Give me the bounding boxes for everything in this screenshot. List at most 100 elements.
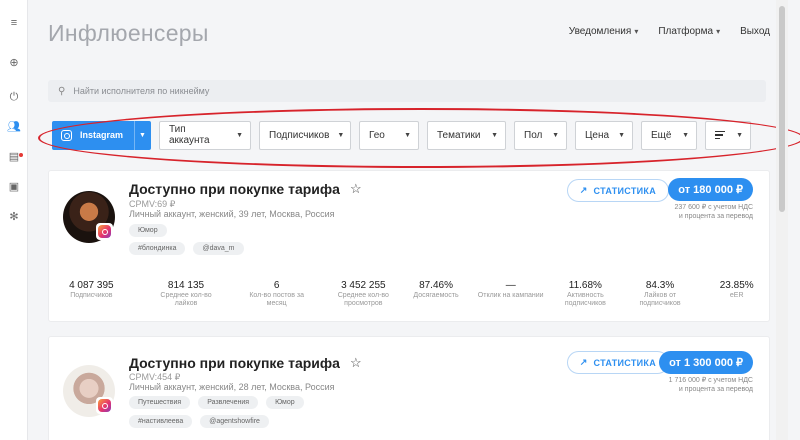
influencer-name: Доступно при покупке тарифа ☆ — [129, 355, 362, 371]
scrollbar-thumb[interactable] — [779, 6, 785, 212]
stat-follower-activity: 11.68% Активность подписчиков — [564, 280, 606, 308]
stat-eer: 23.85% eER — [719, 280, 754, 299]
topics-filter[interactable]: Тематики ▼ — [427, 120, 506, 150]
sort-filter[interactable]: ▼ — [705, 120, 751, 150]
chevron-down-icon: ▼ — [682, 131, 689, 139]
page-title: Инфлюенсеры — [48, 20, 209, 46]
search-input[interactable] — [73, 86, 674, 96]
add-circle-icon[interactable]: ⊕ — [7, 56, 21, 70]
topic-tags: Юмор — [129, 224, 167, 237]
influencer-name-text: Доступно при покупке тарифа — [129, 181, 340, 197]
left-sidebar: ≡ ⊕ ⏻ 👥︎ ▤ ▣ ✻ — [0, 0, 28, 440]
account-description: Личный аккаунт, женский, 39 лет, Москва,… — [129, 209, 335, 219]
price-note: 237 600 ₽ с учетом НДС и процента за пер… — [633, 204, 753, 222]
chevron-down-icon: ▾ — [716, 27, 721, 36]
chevron-down-icon: ▼ — [618, 131, 625, 139]
search-bar[interactable]: ⚲ — [48, 80, 766, 102]
chevron-down-icon: ▼ — [491, 131, 498, 139]
instagram-icon — [96, 397, 113, 414]
followers-filter[interactable]: Подписчиков ▼ — [259, 120, 351, 150]
topic-tags: Путешествия Развлечения Юмор — [129, 396, 304, 409]
stat-avg-views: 3 452 255 Среднее кол-во просмотров — [337, 280, 389, 308]
tag[interactable]: @agentshowfire — [200, 415, 269, 428]
search-icon: ⚲ — [58, 85, 66, 97]
chevron-down-icon: ▼ — [736, 131, 743, 139]
account-type-filter[interactable]: Тип аккаунта ▼ — [159, 120, 251, 150]
messages-icon[interactable]: ▤ — [7, 150, 23, 164]
trend-icon: ↗ — [579, 185, 588, 195]
platform-label: Платформа — [658, 26, 714, 37]
filter-bar: Instagram ▼ Тип аккаунта ▼ Подписчиков ▼… — [52, 120, 759, 150]
tag[interactable]: Путешествия — [129, 396, 191, 409]
price-button[interactable]: от 180 000 ₽ — [668, 178, 753, 201]
gender-label: Пол — [524, 129, 543, 141]
instagram-icon — [96, 223, 113, 240]
chevron-down-icon: ▾ — [634, 27, 639, 36]
influencer-card: Доступно при покупке тарифа ☆ CPMV:454 ₽… — [48, 336, 770, 440]
price-note-fee: и процента за перевод — [678, 212, 753, 220]
hashtag-tags: #блондинка @dava_m — [129, 242, 244, 255]
stat-likes-from-followers: 84.3% Лайков от подписчиков — [639, 280, 681, 308]
tag[interactable]: Юмор — [266, 396, 304, 409]
settings-icon[interactable]: ✻ — [7, 210, 21, 224]
price-note-fee: и процента за перевод — [678, 385, 753, 393]
hashtag-tags: #настивлеева @agentshowfire — [129, 415, 269, 428]
stat-followers: 4 087 395 Подписчиков — [69, 280, 114, 299]
followers-label: Подписчиков — [269, 129, 330, 141]
influencer-card: Доступно при покупке тарифа ☆ CPMV:69 ₽ … — [48, 170, 770, 322]
price-label: Цена — [585, 129, 610, 141]
statistics-button[interactable]: ↗ СТАТИСТИКА — [566, 179, 669, 202]
more-filter[interactable]: Ещё ▼ — [641, 120, 697, 150]
platform-menu[interactable]: Платформа ▾ — [658, 26, 720, 37]
topics-label: Тематики — [437, 129, 481, 141]
statistics-label: СТАТИСТИКА — [593, 185, 656, 196]
price-filter[interactable]: Цена ▼ — [575, 120, 633, 150]
document-icon[interactable]: ▣ — [7, 180, 21, 194]
more-label: Ещё — [651, 129, 672, 141]
tag[interactable]: #блондинка — [129, 242, 186, 255]
tag[interactable]: #настивлеева — [129, 415, 193, 428]
stat-avg-likes: 814 135 Среднее кол-во лайков — [160, 280, 212, 308]
chevron-down-icon: ▼ — [404, 131, 411, 139]
logout-label: Выход — [740, 26, 770, 37]
tag[interactable]: Развлечения — [198, 396, 259, 409]
statistics-label: СТАТИСТИКА — [593, 357, 656, 368]
platform-filter-instagram[interactable]: Instagram ▼ — [52, 120, 151, 150]
instagram-icon — [61, 129, 72, 141]
top-navigation: Уведомления ▾ Платформа ▾ Выход — [569, 26, 770, 37]
stat-posts-per-month: 6 Кол-во постов за месяц — [249, 280, 305, 308]
price-button[interactable]: от 1 300 000 ₽ — [659, 351, 753, 374]
star-icon[interactable]: ☆ — [350, 355, 362, 371]
scrollbar[interactable] — [776, 0, 788, 440]
stats-row: 4 087 395 Подписчиков 814 135 Среднее кол-… — [49, 280, 771, 308]
sort-icon — [715, 130, 725, 140]
chevron-down-icon: ▼ — [337, 131, 345, 139]
account-description: Личный аккаунт, женский, 28 лет, Москва,… — [129, 382, 335, 392]
influencer-name: Доступно при покупке тарифа ☆ — [129, 181, 362, 197]
main-content: Инфлюенсеры Уведомления ▾ Платформа ▾ Вы… — [28, 0, 800, 440]
notifications-menu[interactable]: Уведомления ▾ — [569, 26, 639, 37]
tag[interactable]: @dava_m — [193, 242, 244, 255]
account-type-label: Тип аккаунта — [169, 124, 210, 146]
geo-filter[interactable]: Гео ▼ — [359, 120, 419, 150]
star-icon[interactable]: ☆ — [350, 181, 362, 197]
influencer-name-text: Доступно при покупке тарифа — [129, 355, 340, 371]
chevron-down-icon: ▼ — [236, 131, 243, 139]
chevron-down-icon: ▼ — [552, 131, 559, 139]
price-note-vat: 237 600 ₽ с учетом НДС — [674, 204, 753, 211]
power-icon[interactable]: ⏻ — [7, 90, 21, 104]
stat-campaign-response: — Отклик на кампании — [477, 280, 544, 299]
gender-filter[interactable]: Пол ▼ — [514, 120, 567, 150]
logout-link[interactable]: Выход — [740, 26, 770, 37]
trend-icon: ↗ — [579, 357, 588, 367]
tag[interactable]: Юмор — [129, 224, 167, 237]
users-icon[interactable]: 👥︎ — [7, 120, 21, 134]
menu-icon[interactable]: ≡ — [7, 16, 21, 30]
unread-dot — [19, 153, 23, 157]
platform-filter-label: Instagram — [80, 130, 124, 140]
chevron-down-icon[interactable]: ▼ — [134, 120, 150, 150]
statistics-button[interactable]: ↗ СТАТИСТИКА — [566, 351, 669, 374]
price-note-vat: 1 716 000 ₽ с учетом НДС — [668, 377, 753, 384]
geo-label: Гео — [369, 129, 385, 141]
stat-reach: 87.46% Досягаемость — [413, 280, 459, 299]
